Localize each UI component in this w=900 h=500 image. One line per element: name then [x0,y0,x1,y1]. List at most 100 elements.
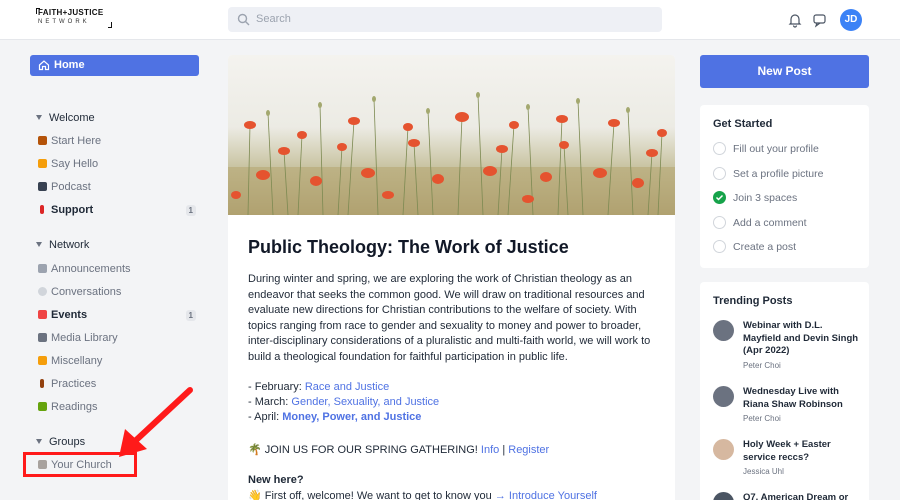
speech-bubble-icon [38,287,47,296]
get-started-panel: Get Started Fill out your profile Set a … [700,105,869,268]
post-card: Public Theology: The Work of Justice Dur… [228,55,675,500]
schedule-label: - March: [248,396,292,408]
sidebar-item-support[interactable]: Support 1 [38,204,198,220]
home-icon [38,60,50,71]
camera-icon [38,333,47,342]
sidebar-item-podcast[interactable]: Podcast [38,181,198,197]
caret-down-icon [36,438,42,444]
bell-icon[interactable] [787,12,803,28]
author-avatar [713,439,734,460]
messages-icon[interactable] [812,12,828,28]
unchecked-circle-icon [713,167,726,180]
new-post-button[interactable]: New Post [700,55,869,88]
wave-hand-icon [38,159,47,168]
trending-item[interactable]: Webinar with D.L. Mayfield and Devin Sin… [713,320,863,370]
trending-item[interactable]: Q7. American Dream or [713,492,863,500]
home-label: Home [54,59,85,71]
trending-title: Trending Posts [713,295,793,307]
section-welcome[interactable]: Welcome [36,112,95,124]
schedule-label: - April: [248,411,283,423]
section-network[interactable]: Network [36,239,89,251]
sidebar-item-label: Practices [51,378,97,390]
get-started-title: Get Started [713,118,773,130]
candle-icon [40,379,44,388]
new-here-heading: New here? [248,474,304,486]
logo-line-1: FAITH+JUSTICE [38,8,104,17]
top-bar: FAITH+JUSTICE NETWORK Search JD [0,0,900,40]
sidebar-item-label: Say Hello [51,158,99,170]
welcome-line: 👋 First off, welcome! We want to get to … [248,489,597,500]
sidebar-item-label: Start Here [51,135,102,147]
user-avatar[interactable]: JD [840,9,862,31]
checked-circle-icon [713,191,726,204]
search-icon [237,13,250,26]
unchecked-circle-icon [713,216,726,229]
post-body: During winter and spring, we are explori… [248,273,651,363]
section-groups[interactable]: Groups [36,436,85,448]
sidebar-item-media-library[interactable]: Media Library [38,332,198,348]
link-race-and-justice[interactable]: Race and Justice [305,381,389,393]
search-placeholder: Search [256,13,291,25]
trending-item-author: Jessica Uhl [743,467,784,476]
author-avatar [713,492,734,500]
trending-posts-panel: Trending Posts Webinar with D.L. Mayfiel… [700,282,869,500]
trending-item-title: Q7. American Dream or [743,492,849,500]
sidebar-item-label: Podcast [51,181,91,193]
logo-bracket-left [36,8,40,14]
sidebar-item-label: Miscellany [51,355,103,367]
calendar-icon [38,310,47,319]
poppy-field-image [228,55,675,215]
gathering-text: 🌴 JOIN US FOR OUR SPRING GATHERING! [248,444,481,456]
introduce-yourself-link[interactable]: → Introduce Yourself [495,490,597,500]
sidebar-item-label: Conversations [51,286,122,298]
box-icon [38,356,47,365]
logo-line-2: NETWORK [38,19,90,25]
search-bar[interactable]: Search [228,7,662,32]
schedule-february: - February: Race and Justice [248,381,389,393]
trending-item-author: Peter Choi [743,414,781,423]
section-title: Welcome [49,112,95,124]
task-label: Set a profile picture [733,168,824,180]
books-icon [38,402,47,411]
section-title: Groups [49,436,86,448]
unread-count-badge: 1 [185,310,196,321]
sidebar-item-conversations[interactable]: Conversations [38,286,198,302]
sidebar-item-say-hello[interactable]: Say Hello [38,158,198,174]
schedule-march: - March: Gender, Sexuality, and Justice [248,396,439,408]
caret-down-icon [36,114,42,120]
link-money-power-justice[interactable]: Money, Power, and Justice [282,411,421,423]
author-avatar [713,386,734,407]
author-avatar [713,320,734,341]
section-title: Network [49,239,90,251]
trending-item[interactable]: Holy Week + Easter service reccs? Jessic… [713,439,863,479]
schedule-label: - February: [248,381,305,393]
person-icon [38,136,47,145]
sidebar-item-label: Announcements [51,263,131,275]
sidebar-item-start-here[interactable]: Start Here [38,135,198,151]
newspaper-icon [38,264,47,273]
trending-item-title: Holy Week + Easter service reccs? [743,439,831,463]
task-label: Add a comment [733,217,807,229]
unchecked-circle-icon [713,142,726,155]
post-title: Public Theology: The Work of Justice [248,237,569,257]
question-mark-icon [40,205,44,214]
separator: | [499,444,509,456]
sidebar-item-miscellany[interactable]: Miscellany [38,355,198,371]
trending-item[interactable]: Wednesday Live with Riana Shaw Robinson … [713,386,863,426]
speaker-icon [38,182,47,191]
link-gender-sexuality-justice[interactable]: Gender, Sexuality, and Justice [291,396,439,408]
spring-gathering-line: 🌴 JOIN US FOR OUR SPRING GATHERING! Info… [248,443,549,456]
task-label: Fill out your profile [733,143,819,155]
register-link[interactable]: Register [508,444,549,456]
sidebar-item-label: Events [51,309,88,321]
trending-item-title: Webinar with D.L. Mayfield and Devin Sin… [743,320,859,356]
schedule-april: - April: Money, Power, and Justice [248,411,421,423]
sidebar-item-announcements[interactable]: Announcements [38,263,198,279]
sidebar-item-events[interactable]: Events 1 [38,309,198,325]
caret-down-icon [36,241,42,247]
info-link[interactable]: Info [481,444,499,456]
faith-justice-logo[interactable]: FAITH+JUSTICE NETWORK [36,8,112,30]
sidebar-item-label: Readings [51,401,98,413]
logo-bracket-right [108,22,112,28]
sidebar-item-home[interactable]: Home [30,55,199,76]
